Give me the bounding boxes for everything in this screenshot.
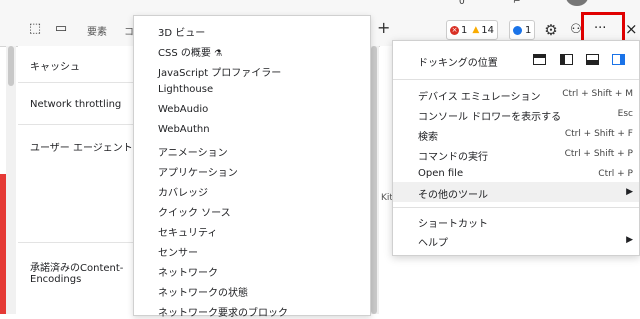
menu-item-run-command[interactable]: コマンドの実行 <box>418 148 488 163</box>
left-scrollbar-thumb[interactable] <box>8 46 14 86</box>
warning-icon: ▲ <box>472 25 480 35</box>
divider <box>18 242 134 243</box>
gear-icon[interactable]: ⚙ <box>543 22 559 38</box>
menu-item-network-conditions[interactable]: ネットワークの状態 <box>158 284 248 299</box>
more-tools-menu: 3D ビュー CSS の概要 ⚗ JavaScript プロファイラー Ligh… <box>133 15 371 319</box>
divider <box>393 79 639 80</box>
menu-item-help[interactable]: ヘルプ <box>418 234 448 249</box>
shortcut-search: Ctrl + Shift + F <box>564 129 633 139</box>
menu-item-lighthouse[interactable]: Lighthouse <box>158 84 213 95</box>
inspect-element-icon[interactable]: ⬚ <box>27 21 43 37</box>
setting-user-agent: ユーザー エージェント <box>30 143 133 154</box>
settings-panel: キャッシュ Network throttling ユーザー エージェント 承諾済… <box>18 46 134 314</box>
submenu-arrow-icon: ▶ <box>626 187 633 197</box>
close-icon[interactable]: × <box>625 20 638 38</box>
menu-item-webaudio[interactable]: WebAudio <box>158 104 208 115</box>
shortcut-open-file: Ctrl + P <box>598 169 633 179</box>
menu-item-network-request-blocking[interactable]: ネットワーク要求のブロック <box>158 304 288 319</box>
divider <box>18 124 134 125</box>
setting-network-throttling: Network throttling <box>30 99 122 110</box>
left-scrollbar[interactable] <box>6 46 16 314</box>
menu-item-security[interactable]: セキュリティ <box>158 224 217 239</box>
shortcut-run-command: Ctrl + Shift + P <box>564 149 633 159</box>
menu-item-application[interactable]: アプリケーション <box>158 164 238 179</box>
shortcut-device-emulation: Ctrl + Shift + M <box>562 89 633 99</box>
setting-accepted-encodings-line1: 承諾済みのContent- <box>30 263 124 274</box>
error-count: 1 <box>461 24 468 36</box>
menu-item-quick-source[interactable]: クイック ソース <box>158 204 231 219</box>
shortcut-console-drawer: Esc <box>617 109 633 119</box>
info-count: 1 <box>525 24 532 36</box>
message-icon <box>513 25 522 35</box>
menu-item-search[interactable]: 検索 <box>418 128 438 143</box>
tab-elements[interactable]: 要素 <box>87 23 107 38</box>
divider <box>393 207 639 208</box>
flask-icon: ⚗ <box>214 49 223 59</box>
menu-item-open-file[interactable]: Open file <box>418 168 463 179</box>
menu-item-css-overview-label: CSS の概要 <box>158 48 211 59</box>
menu-item-css-overview[interactable]: CSS の概要 ⚗ <box>158 44 222 59</box>
menu-item-sensors[interactable]: センサー <box>158 244 198 259</box>
warning-count: 14 <box>481 24 495 36</box>
menu-item-more-tools[interactable]: その他のツール <box>418 186 488 201</box>
dock-right-icon[interactable] <box>612 54 625 65</box>
menu-item-3d-view[interactable]: 3D ビュー <box>158 24 205 39</box>
error-icon: × <box>450 25 459 35</box>
submenu-arrow-icon: ▶ <box>626 235 633 245</box>
menu-item-webauthn[interactable]: WebAuthn <box>158 124 210 135</box>
menu-item-network[interactable]: ネットワーク <box>158 264 218 279</box>
top-counter: 0 <box>459 0 465 7</box>
issues-badge[interactable]: × 1 ▲ 14 <box>446 20 499 40</box>
menu-item-js-profiler[interactable]: JavaScript プロファイラー <box>158 64 281 79</box>
messages-badge[interactable]: 1 <box>509 20 536 40</box>
branch-icon: ⌐ <box>513 0 521 7</box>
docking-label: ドッキングの位置 <box>418 58 498 69</box>
menu-item-animations[interactable]: アニメーション <box>158 144 228 159</box>
setting-cache: キャッシュ <box>30 62 80 73</box>
divider <box>18 82 134 83</box>
menu-item-device-emulation[interactable]: デバイス エミュレーション <box>418 88 540 103</box>
add-tab-button[interactable]: + <box>377 18 390 37</box>
setting-accepted-encodings-line2: Encodings <box>30 274 82 285</box>
dock-left-icon[interactable] <box>560 54 573 65</box>
menu-item-console-drawer[interactable]: コンソール ドロワーを表示する <box>418 108 561 123</box>
red-strip <box>0 174 6 314</box>
dock-bottom-icon[interactable] <box>586 54 599 65</box>
customize-menu: ドッキングの位置 デバイス エミュレーション Ctrl + Shift + M … <box>392 40 640 256</box>
middle-scrollbar-thumb[interactable] <box>371 46 377 314</box>
menu-item-coverage[interactable]: カバレッジ <box>158 184 208 199</box>
dock-undock-icon[interactable] <box>533 54 546 65</box>
menu-item-shortcuts[interactable]: ショートカット <box>418 215 488 230</box>
device-toggle-icon[interactable]: ▭ <box>53 21 69 37</box>
